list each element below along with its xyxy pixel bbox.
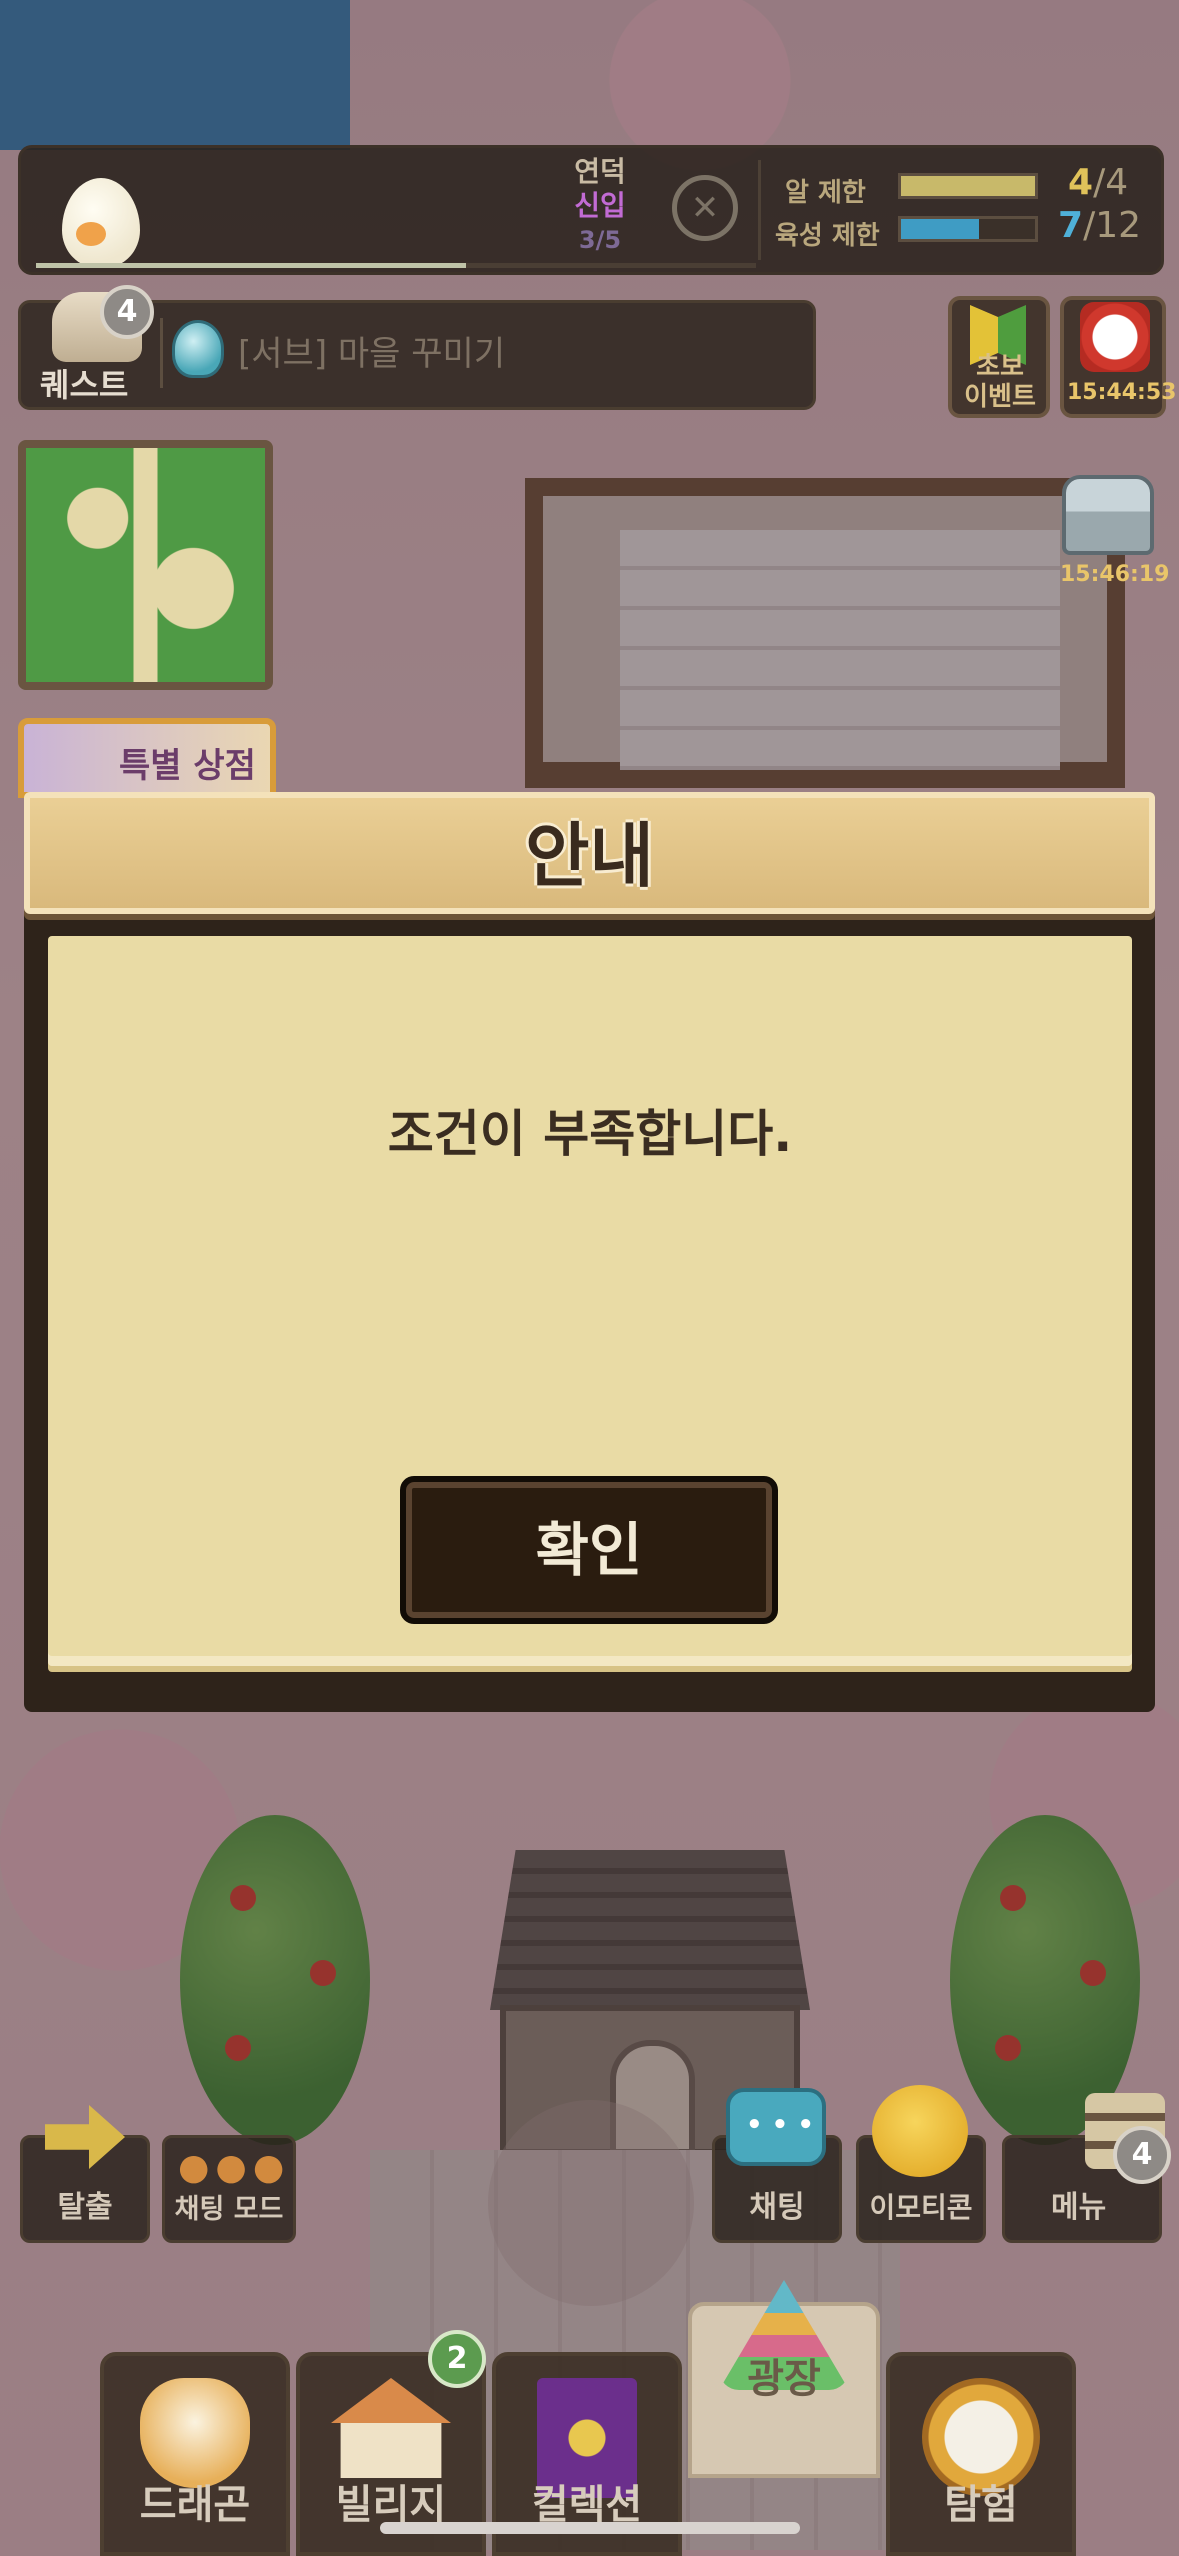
quest-label[interactable]: 퀘스트 bbox=[40, 360, 128, 406]
raise-limit-label: 육성 제한 bbox=[775, 221, 880, 251]
escape-button[interactable]: 탈출 bbox=[20, 2135, 150, 2243]
egg-progress-fill bbox=[36, 263, 466, 268]
tab-plaza-label: 광장 bbox=[747, 2356, 821, 2402]
yeondeok-count: 3/5 bbox=[578, 226, 622, 254]
menu-count-badge: 4 bbox=[1113, 2126, 1171, 2184]
chat-bubble-icon bbox=[726, 2088, 826, 2166]
dialog-title: 안내 bbox=[525, 815, 654, 897]
house-icon bbox=[331, 2378, 451, 2478]
alarm-clock-icon bbox=[1080, 302, 1150, 372]
yeondeok-label: 연덕 bbox=[574, 155, 626, 188]
tab-plaza[interactable]: 광장 bbox=[688, 2280, 880, 2478]
virtual-joystick[interactable] bbox=[488, 2100, 694, 2306]
dots-icon: ●●● bbox=[178, 2147, 291, 2188]
chat-label: 채팅 bbox=[749, 2190, 805, 2225]
yeondeok-sub: 신입 bbox=[574, 189, 626, 222]
quest-text[interactable]: [서브] 마을 꾸미기 bbox=[238, 326, 505, 375]
village-count-badge: 2 bbox=[428, 2330, 486, 2388]
quest-count-badge: 4 bbox=[100, 285, 154, 339]
timer-1: 15:44:53 bbox=[1067, 380, 1177, 405]
emoticon-label: 이모티콘 bbox=[869, 2191, 973, 2224]
divider bbox=[160, 318, 163, 388]
beginner-event-label: 초보 이벤트 bbox=[964, 352, 1036, 412]
special-shop-label: 특별 상점 bbox=[119, 746, 256, 786]
raise-limit-fill bbox=[901, 219, 979, 239]
egg-limit-value: 4/4 bbox=[1068, 162, 1129, 203]
chat-mode-label: 채팅 모드 bbox=[174, 2194, 284, 2225]
tab-explore[interactable]: 탐험 bbox=[886, 2352, 1076, 2556]
wink-emoji-icon bbox=[872, 2085, 968, 2177]
treasure-chest-icon[interactable] bbox=[1062, 475, 1154, 555]
special-shop-card[interactable]: 특별 상점 bbox=[18, 718, 276, 798]
tab-dragon[interactable]: 드래곤 bbox=[100, 2352, 290, 2556]
lightbulb-icon bbox=[172, 320, 224, 378]
timer-2: 15:46:19 bbox=[1060, 562, 1170, 587]
egg-limit-fill bbox=[901, 176, 1035, 196]
menu-label: 메뉴 bbox=[1051, 2190, 1107, 2225]
dialog-message: 조건이 부족합니다. bbox=[387, 1105, 793, 1163]
egg-limit-label: 알 제한 bbox=[785, 178, 866, 208]
divider bbox=[758, 160, 761, 260]
home-indicator[interactable] bbox=[380, 2522, 800, 2534]
raise-limit-bar bbox=[898, 216, 1038, 242]
confirm-button[interactable]: 확인 bbox=[400, 1476, 778, 1624]
minimap[interactable] bbox=[18, 440, 273, 690]
tab-dragon-label: 드래곤 bbox=[139, 2482, 251, 2528]
raise-limit-value: 7/12 bbox=[1058, 205, 1141, 246]
yeondeok-rank[interactable]: 연덕 신입 3/5 bbox=[565, 155, 635, 257]
close-circle-icon[interactable]: ✕ bbox=[672, 175, 738, 241]
egg-limit-bar bbox=[898, 173, 1038, 199]
escape-label: 탈출 bbox=[57, 2190, 113, 2225]
tab-explore-label: 탐험 bbox=[944, 2482, 1018, 2528]
